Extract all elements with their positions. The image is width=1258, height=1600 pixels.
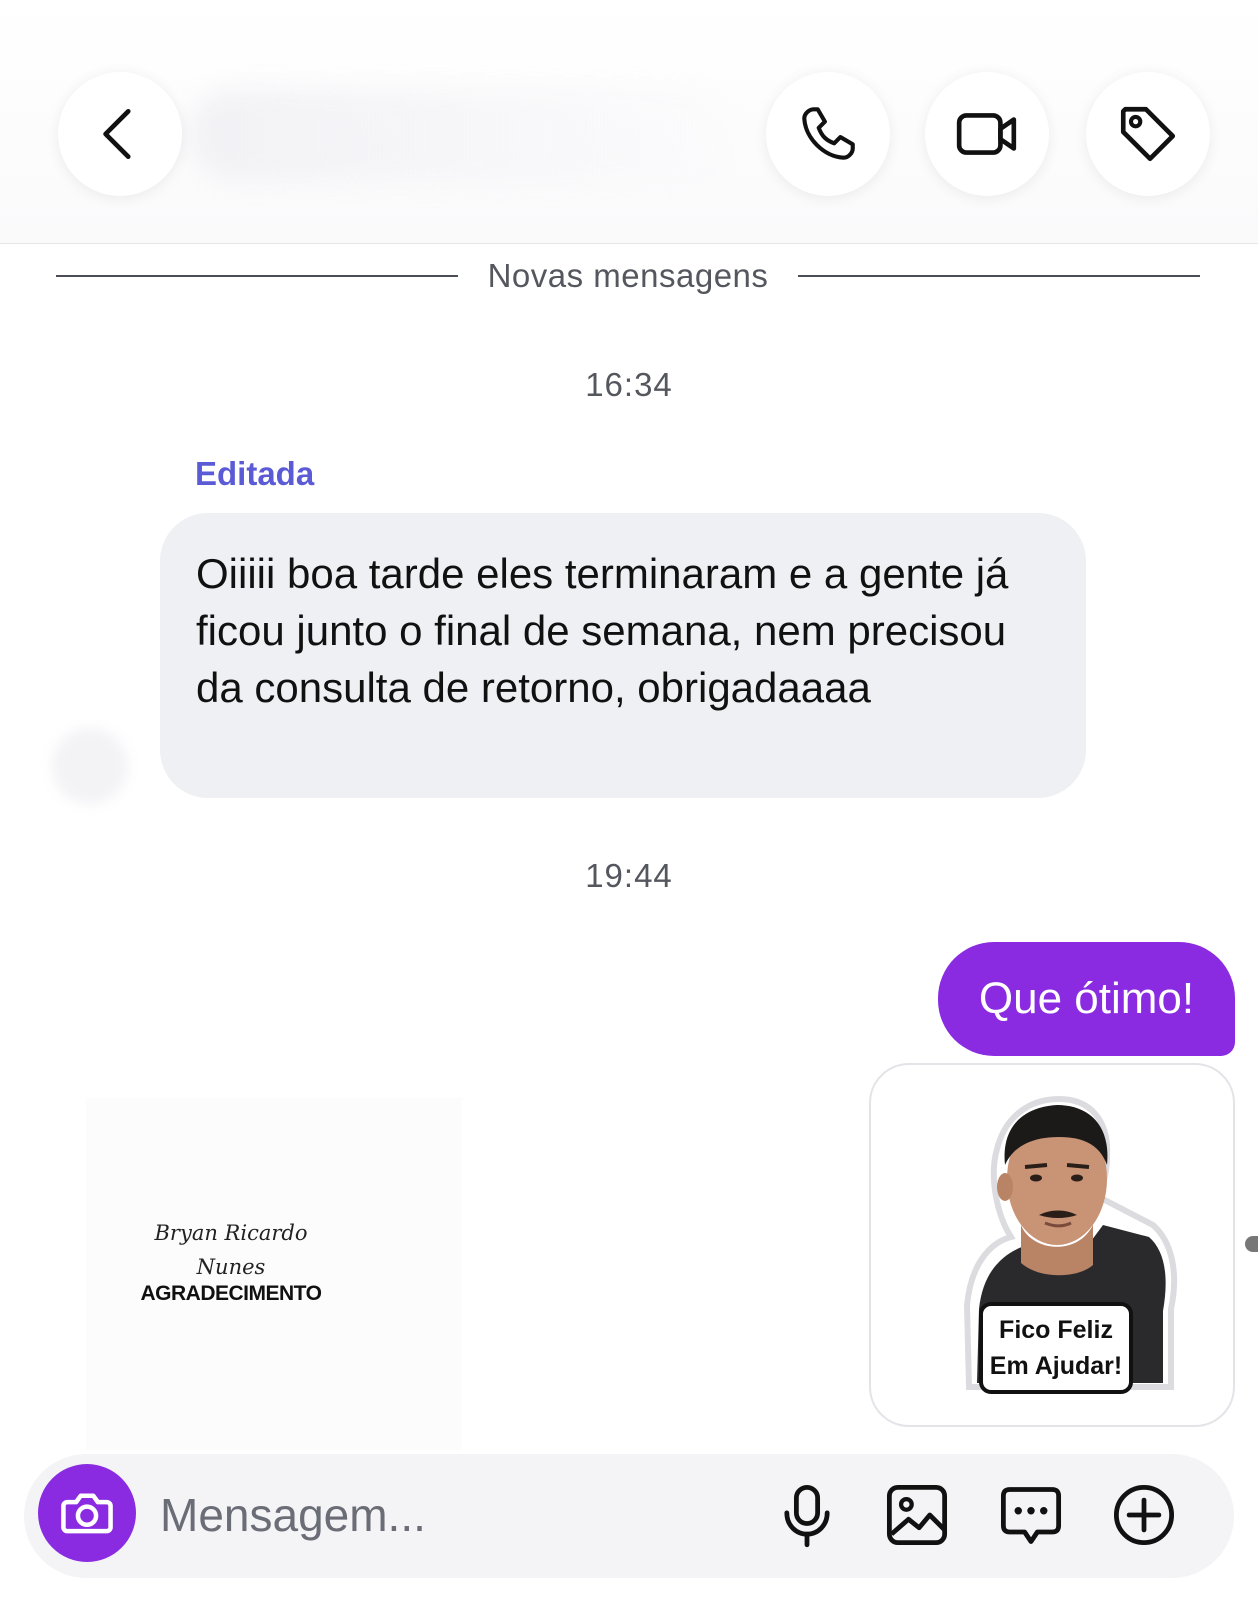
voice-call-button[interactable] [766,72,890,196]
camera-button[interactable] [38,1464,136,1562]
edited-label[interactable]: Editada [195,455,314,493]
signature-line-2: Nunes [196,1255,266,1279]
contact-name-blurred[interactable] [190,90,730,180]
new-messages-divider: Novas mensagens [56,250,1201,302]
divider-line-left [56,275,458,277]
plus-circle-icon [1113,1484,1175,1546]
camera-icon [61,1493,113,1534]
message-timestamp: 19:44 [585,857,673,894]
gallery-button[interactable] [882,1480,952,1550]
chat-header [0,0,1258,244]
sticker-message[interactable]: Fico Feliz Em Ajudar! [869,1063,1235,1427]
sticker-caption: Fico Feliz Em Ajudar! [979,1302,1133,1394]
attachment-preview[interactable]: Bryan Ricardo Nunes AGRADECIMENTO [86,1098,462,1450]
more-options-button[interactable] [1109,1480,1179,1550]
video-call-button[interactable] [925,72,1049,196]
divider-line-right [798,275,1201,277]
tag-icon [1120,106,1176,162]
chat-bubble-icon [1000,1487,1062,1544]
outgoing-message-bubble[interactable]: Que ótimo! [938,942,1235,1056]
sticker-button[interactable] [996,1480,1066,1550]
signature-line-1: Bryan Ricardo [154,1221,308,1245]
sticker-caption-line-2: Em Ajudar! [989,1352,1123,1380]
attachment-title: AGRADECIMENTO [140,1282,322,1305]
image-icon [886,1484,948,1546]
message-input[interactable] [160,1480,740,1550]
chevron-left-icon [103,108,131,160]
divider-label: Novas mensagens [487,257,769,294]
outgoing-message-text: Que ótimo! [978,974,1195,1023]
sticker-caption-line-1: Fico Feliz [999,1316,1113,1344]
message-timestamp: 16:34 [585,366,673,403]
microphone-icon [784,1484,830,1548]
voice-message-button[interactable] [772,1480,842,1550]
tag-button[interactable] [1086,72,1210,196]
phone-icon [802,107,855,160]
back-button[interactable] [58,72,182,196]
incoming-message-bubble[interactable]: Oiiiii boa tarde eles terminaram e a gen… [160,513,1086,798]
scroll-indicator[interactable] [1245,1236,1258,1252]
signature-text: Bryan Ricardo Nunes [86,1216,376,1284]
contact-avatar[interactable] [52,728,128,804]
video-camera-icon [956,113,1017,155]
